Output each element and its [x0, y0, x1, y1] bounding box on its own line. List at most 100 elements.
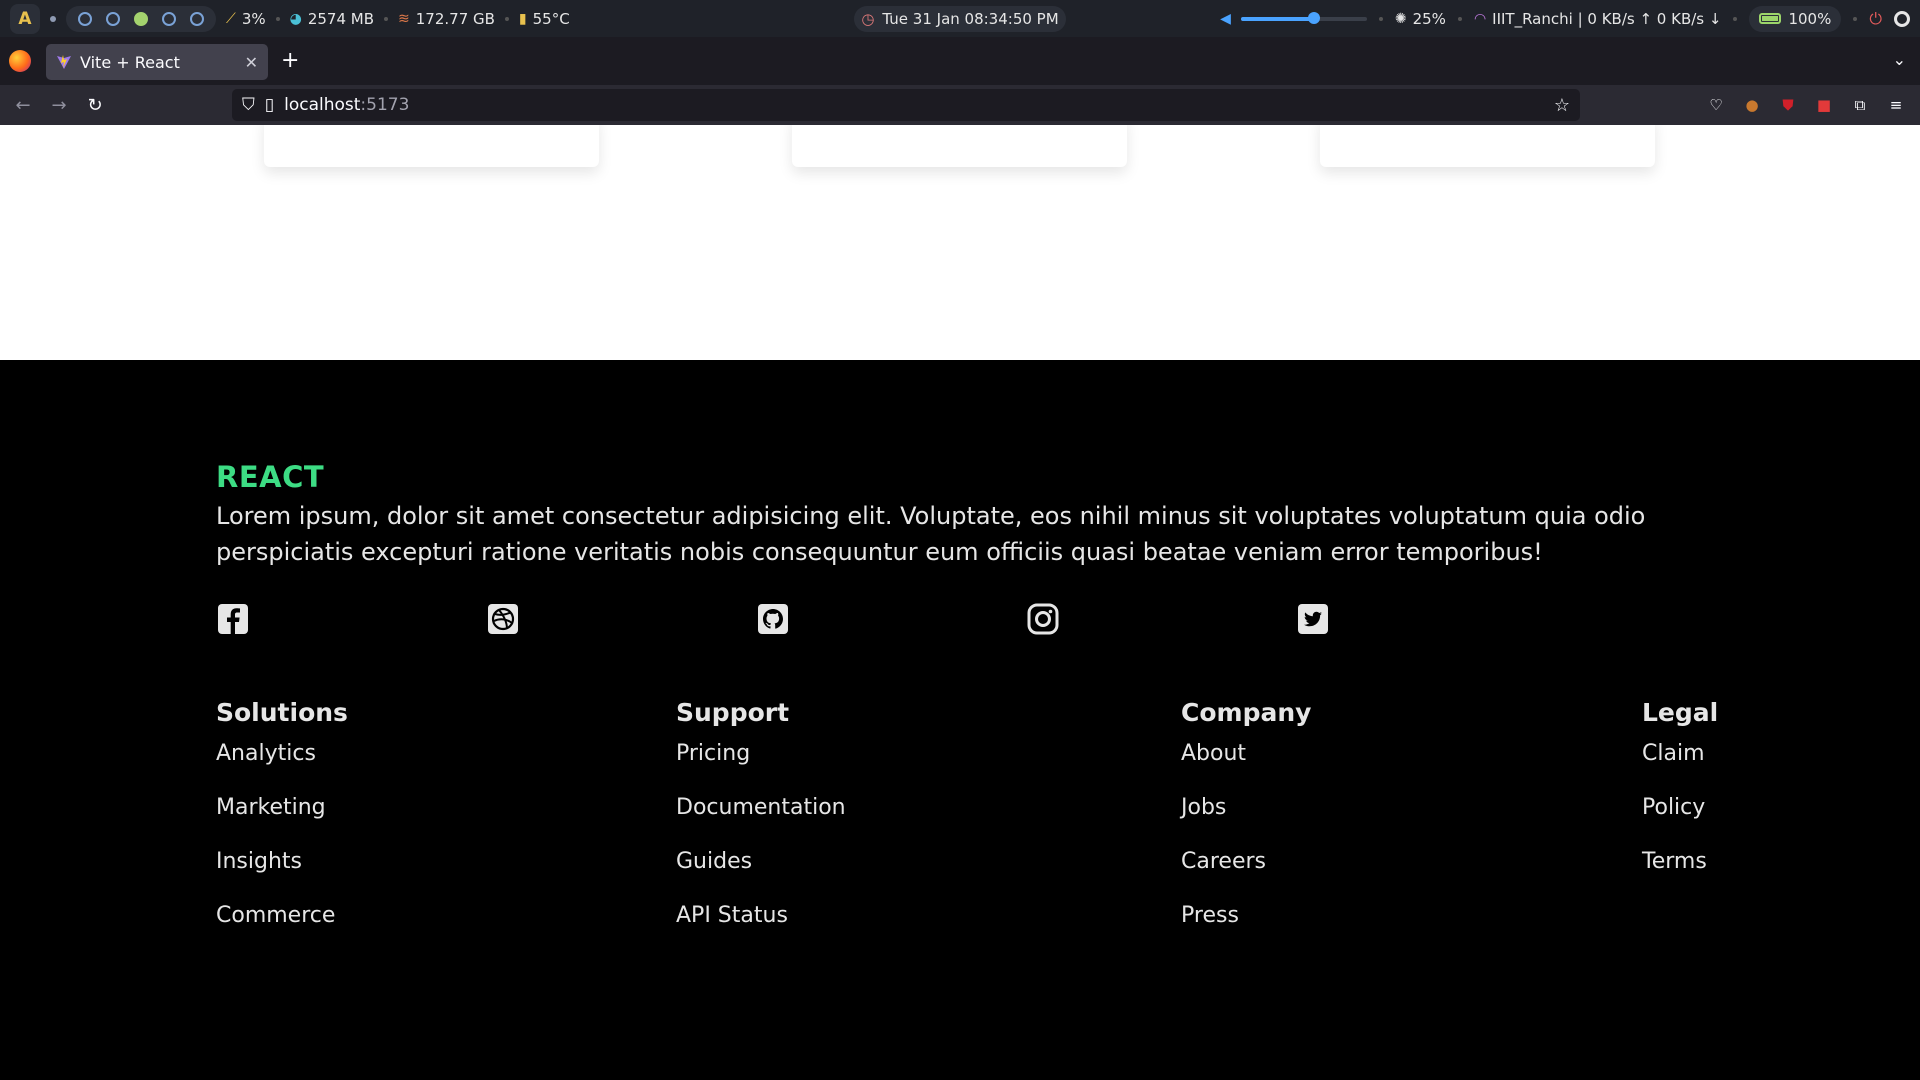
- site-footer: REACT Lorem ipsum, dolor sit amet consec…: [0, 360, 1920, 1080]
- column-heading: Company: [1181, 698, 1312, 727]
- memory-stat: ◕ 2574 MB: [290, 10, 374, 28]
- footer-link[interactable]: Commerce: [216, 901, 348, 955]
- browser-nav-bar: ← → ↻ ⛉ ▯ localhost:5173 ☆ ♡ ● ⛊ ■ ⧉ ≡: [0, 85, 1920, 125]
- workspace-5[interactable]: [190, 11, 204, 26]
- cpu-value: 3%: [241, 9, 266, 28]
- feature-card: [792, 125, 1127, 167]
- footer-link[interactable]: Analytics: [216, 739, 348, 793]
- workspace-3[interactable]: [134, 11, 148, 26]
- footer-link[interactable]: Claim: [1642, 739, 1718, 793]
- extension-icon[interactable]: ●: [1740, 93, 1764, 117]
- temperature-stat: ▮ 55°C: [519, 10, 570, 28]
- menu-icon[interactable]: ≡: [1884, 93, 1908, 117]
- forward-button[interactable]: →: [47, 93, 71, 117]
- feature-card: [1320, 125, 1655, 167]
- ublock-icon[interactable]: ⛊: [1776, 93, 1800, 117]
- brightness-stat[interactable]: ✺ 25%: [1395, 10, 1446, 28]
- browser-tab-bar: Vite + React ✕ + ⌄: [0, 37, 1920, 85]
- clock-datetime: Tue 31 Jan 08:34:50 PM: [882, 10, 1059, 28]
- footer-link[interactable]: Terms: [1642, 847, 1718, 901]
- network-stat[interactable]: ◠ IIIT_Ranchi | 0 KB/s ↑ 0 KB/s ↓: [1474, 10, 1722, 28]
- separator-dot: [50, 15, 56, 22]
- footer-column-company: Company About Jobs Careers Press: [1181, 698, 1311, 955]
- twitter-icon[interactable]: [1296, 602, 1330, 636]
- page-viewport: REACT Lorem ipsum, dolor sit amet consec…: [0, 125, 1920, 1080]
- footer-column-support: Support Pricing Documentation Guides API…: [676, 698, 846, 955]
- reload-button[interactable]: ↻: [83, 93, 107, 117]
- workspace-4[interactable]: [162, 11, 176, 26]
- system-bar-left: A ⟋ 3% ◕ 2574 MB ≋ 172.77 GB ▮ 55°C: [10, 0, 570, 37]
- workspace-2[interactable]: [106, 11, 120, 26]
- launcher-icon[interactable]: A: [10, 3, 40, 34]
- back-button[interactable]: ←: [11, 93, 35, 117]
- footer-description: Lorem ipsum, dolor sit amet consectetur …: [216, 502, 1646, 566]
- footer-link[interactable]: Documentation: [676, 793, 846, 847]
- clock-icon: ◷: [861, 10, 875, 28]
- new-tab-button[interactable]: +: [281, 48, 299, 73]
- bookmark-star-icon[interactable]: ☆: [1554, 95, 1570, 116]
- dribbble-icon[interactable]: [486, 602, 520, 636]
- separator-dot: [1853, 16, 1858, 21]
- extension-red-icon[interactable]: ■: [1812, 93, 1836, 117]
- separator-dot: [1733, 16, 1738, 21]
- footer-link[interactable]: Jobs: [1181, 793, 1311, 847]
- page-icon: ▯: [264, 95, 275, 115]
- instagram-icon[interactable]: [1026, 602, 1060, 636]
- footer-link[interactable]: Guides: [676, 847, 846, 901]
- tab-title: Vite + React: [80, 52, 180, 72]
- memory-icon: ◕: [289, 10, 302, 27]
- url-host: localhost: [284, 95, 361, 115]
- chevron-down-icon[interactable]: ⌄: [1893, 50, 1906, 69]
- github-icon[interactable]: [756, 602, 790, 636]
- column-heading: Support: [676, 698, 790, 727]
- separator-dot: [384, 16, 389, 21]
- network-value: IIIT_Ranchi | 0 KB/s ↑ 0 KB/s ↓: [1492, 9, 1722, 28]
- feature-card: [264, 125, 599, 167]
- footer-link[interactable]: Marketing: [216, 793, 348, 847]
- footer-link[interactable]: Pricing: [676, 739, 846, 793]
- firefox-icon[interactable]: [9, 50, 31, 72]
- separator-dot: [1378, 16, 1383, 21]
- battery-value: 100%: [1788, 9, 1832, 28]
- social-links: [216, 602, 1356, 638]
- url-text: localhost:5173: [284, 95, 409, 115]
- footer-link[interactable]: API Status: [676, 901, 846, 955]
- volume-slider-fill: [1240, 16, 1314, 21]
- volume-control[interactable]: ◀: [1220, 11, 1367, 27]
- brightness-value: 25%: [1412, 9, 1446, 28]
- footer-brand: REACT: [216, 460, 325, 494]
- footer-link[interactable]: Press: [1181, 901, 1311, 955]
- footer-link[interactable]: Careers: [1181, 847, 1311, 901]
- brightness-icon: ✺: [1394, 10, 1407, 27]
- workspace-1[interactable]: [78, 11, 92, 26]
- shield-icon[interactable]: ⛉: [242, 95, 255, 115]
- volume-slider-knob[interactable]: [1307, 11, 1320, 24]
- tab-active[interactable]: Vite + React ✕: [46, 44, 268, 80]
- cpu-icon: ⟋: [226, 10, 236, 27]
- footer-link-columns: Solutions Analytics Marketing Insights C…: [216, 698, 1718, 958]
- disk-value: 172.77 GB: [415, 9, 495, 28]
- memory-value: 2574 MB: [307, 9, 375, 28]
- close-icon[interactable]: ✕: [245, 53, 258, 72]
- address-bar[interactable]: ⛉ ▯ localhost:5173 ☆: [232, 89, 1580, 121]
- footer-link[interactable]: About: [1181, 739, 1311, 793]
- volume-slider[interactable]: [1240, 11, 1367, 24]
- footer-link[interactable]: Policy: [1642, 793, 1718, 847]
- workspace-switcher: [66, 5, 216, 32]
- column-heading: Solutions: [216, 698, 348, 727]
- separator-dot: [275, 16, 280, 21]
- url-port: :5173: [360, 95, 410, 115]
- extensions-puzzle-icon[interactable]: ⧉: [1848, 93, 1872, 117]
- separator-dot: [504, 16, 509, 21]
- power-icon[interactable]: ⏻: [1869, 9, 1882, 29]
- vite-icon: [57, 55, 71, 69]
- disk-stat: ≋ 172.77 GB: [398, 10, 495, 28]
- footer-link[interactable]: Insights: [216, 847, 348, 901]
- pocket-icon[interactable]: ♡: [1704, 93, 1728, 117]
- system-top-bar: A ⟋ 3% ◕ 2574 MB ≋ 172.77 GB ▮ 55°C ◷ Tu…: [0, 0, 1920, 37]
- facebook-icon[interactable]: [216, 602, 250, 636]
- clock-widget[interactable]: ◷ Tue 31 Jan 08:34:50 PM: [854, 6, 1066, 32]
- speaker-icon: ◀: [1220, 10, 1231, 27]
- battery-stat[interactable]: 100%: [1749, 5, 1842, 32]
- notification-ring-icon[interactable]: [1894, 10, 1910, 27]
